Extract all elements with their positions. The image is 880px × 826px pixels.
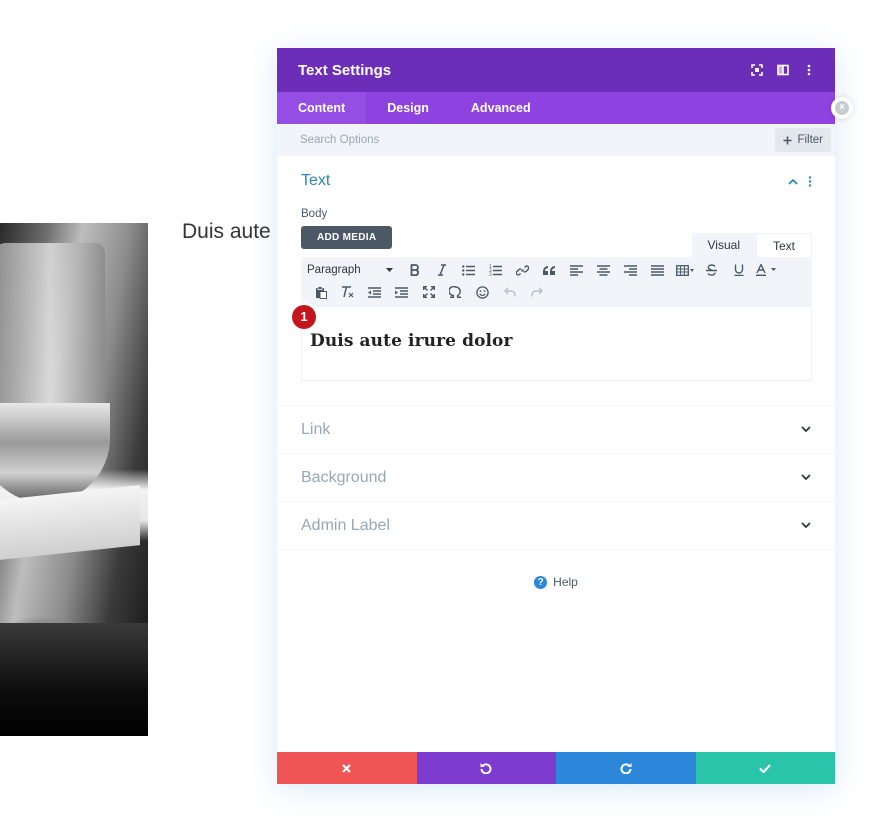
redo-button[interactable] xyxy=(556,752,696,784)
visual-tab[interactable]: Visual xyxy=(691,233,756,257)
bullet-list-icon[interactable] xyxy=(455,259,482,281)
section-background-title: Background xyxy=(301,468,387,486)
numbered-list-icon[interactable]: 123 xyxy=(482,259,509,281)
editor-view-tabs: Visual Text xyxy=(691,233,812,257)
format-select[interactable]: Paragraph xyxy=(307,259,401,281)
bold-icon[interactable] xyxy=(401,259,428,281)
underline-icon[interactable] xyxy=(725,259,752,281)
editor-content[interactable]: Duis aute irure dolor xyxy=(310,331,803,351)
photo-jar xyxy=(0,243,105,413)
expand-icon[interactable] xyxy=(751,64,763,76)
undo-icon[interactable] xyxy=(496,281,523,303)
table-icon[interactable] xyxy=(671,259,698,281)
section-text-header[interactable]: Text xyxy=(301,172,812,190)
fullscreen-icon[interactable] xyxy=(415,281,442,303)
close-icon: × xyxy=(835,101,849,115)
undo-button[interactable] xyxy=(416,752,556,784)
align-left-icon[interactable] xyxy=(563,259,590,281)
toolbar-row-2 xyxy=(307,281,808,303)
chevron-up-icon[interactable] xyxy=(788,178,798,185)
help-label: Help xyxy=(553,575,578,589)
clear-formatting-icon[interactable] xyxy=(334,281,361,303)
text-editor-area[interactable]: 1 Duis aute irure dolor xyxy=(292,305,812,381)
save-button[interactable] xyxy=(695,752,835,784)
text-tab[interactable]: Text xyxy=(755,233,812,257)
search-options-input[interactable] xyxy=(300,134,600,146)
section-link-title: Link xyxy=(301,420,331,438)
modal-title: Text Settings xyxy=(298,61,392,79)
section-text-title: Text xyxy=(301,172,331,189)
paste-icon[interactable] xyxy=(307,281,334,303)
outdent-icon[interactable] xyxy=(361,281,388,303)
chevron-down-icon[interactable] xyxy=(801,522,811,529)
undo-icon xyxy=(480,763,492,774)
section-background[interactable]: Background xyxy=(277,454,835,502)
tab-design[interactable]: Design xyxy=(366,92,450,124)
toolbar-row-1: Paragraph 123 xyxy=(307,259,808,281)
help-link[interactable]: ? Help xyxy=(277,575,835,589)
background-text: Duis aute xyxy=(182,220,271,243)
tab-content[interactable]: Content xyxy=(277,92,367,124)
strikethrough-icon[interactable] xyxy=(698,259,725,281)
chevron-down-icon[interactable] xyxy=(801,474,811,481)
section-link[interactable]: Link xyxy=(277,406,835,454)
checkmark-icon xyxy=(759,763,772,773)
redo-icon xyxy=(620,763,632,774)
svg-text:3: 3 xyxy=(489,272,492,276)
add-media-button[interactable]: ADD MEDIA xyxy=(301,226,393,249)
section-text: Text Body ADD MEDIA Visual Text Paragrap… xyxy=(277,156,835,406)
redo-icon[interactable] xyxy=(523,281,550,303)
modal-tabs: Content Design Advanced xyxy=(277,92,835,124)
indent-icon[interactable] xyxy=(388,281,415,303)
modal-header: Text Settings xyxy=(277,48,835,92)
filter-button[interactable]: Filter xyxy=(775,128,831,152)
filter-label: Filter xyxy=(797,134,823,146)
align-center-icon[interactable] xyxy=(590,259,617,281)
align-right-icon[interactable] xyxy=(617,259,644,281)
photo-bowl xyxy=(0,403,110,503)
step-badge: 1 xyxy=(292,305,316,329)
background-photo xyxy=(0,223,148,736)
text-settings-modal: Text Settings Content Design Advanced Fi… xyxy=(277,48,835,784)
blockquote-icon[interactable] xyxy=(536,259,563,281)
search-bar: Filter xyxy=(277,124,835,156)
caret-down-icon xyxy=(386,268,393,272)
italic-icon[interactable] xyxy=(428,259,455,281)
format-select-value: Paragraph xyxy=(307,264,361,276)
plus-icon xyxy=(783,136,792,144)
link-icon[interactable] xyxy=(509,259,536,281)
split-view-icon[interactable] xyxy=(777,64,789,76)
editor-top-bar: ADD MEDIA Visual Text xyxy=(301,226,812,257)
more-vertical-icon[interactable] xyxy=(808,175,812,187)
special-character-icon[interactable] xyxy=(442,281,469,303)
chevron-down-icon[interactable] xyxy=(801,426,811,433)
align-justify-icon[interactable] xyxy=(644,259,671,281)
tab-advanced[interactable]: Advanced xyxy=(450,92,552,124)
section-admin-label-title: Admin Label xyxy=(301,516,390,534)
more-vertical-icon[interactable] xyxy=(803,64,815,76)
cancel-button[interactable] xyxy=(277,752,417,784)
text-color-icon[interactable] xyxy=(752,259,779,281)
photo-shadow xyxy=(0,623,148,736)
help-icon: ? xyxy=(534,575,548,589)
emoji-icon[interactable] xyxy=(469,281,496,303)
body-label: Body xyxy=(301,208,328,220)
header-icons xyxy=(751,64,815,76)
editor-toolbar: Paragraph 123 xyxy=(301,257,812,307)
outer-close-button[interactable]: × xyxy=(831,97,853,119)
section-admin-label[interactable]: Admin Label xyxy=(277,502,835,550)
close-icon xyxy=(342,763,352,773)
modal-footer xyxy=(277,752,835,784)
